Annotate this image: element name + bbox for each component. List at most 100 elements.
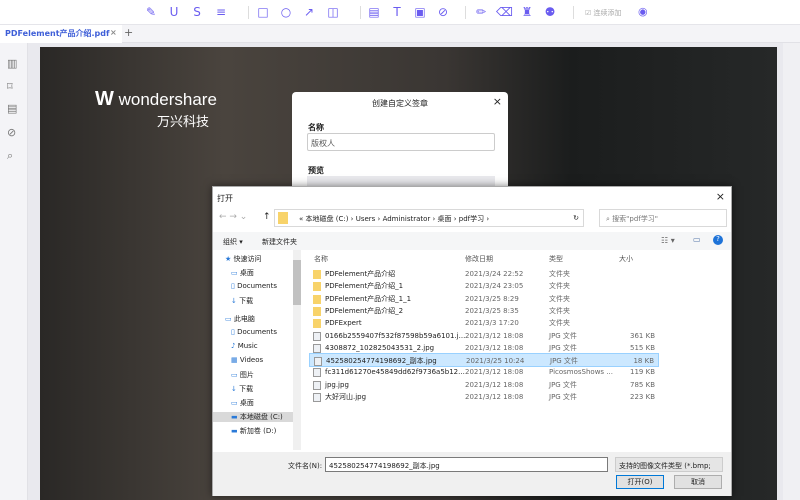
- file-icon: [313, 380, 321, 390]
- path-segment[interactable]: Users: [356, 215, 376, 223]
- dialog-title: 创建自定义签章: [372, 99, 428, 108]
- column-date[interactable]: 修改日期: [465, 254, 493, 264]
- arrow-icon[interactable]: ↗: [301, 5, 317, 19]
- thumbnails-icon[interactable]: ▥: [7, 57, 17, 70]
- nav-item[interactable]: ▭ 桌面: [231, 398, 254, 408]
- stamp-icon[interactable]: ♜: [519, 5, 535, 19]
- nav-item[interactable]: ▭ 图片: [231, 370, 254, 380]
- organize-button[interactable]: 组织 ▾: [223, 237, 243, 247]
- eye-icon[interactable]: ◉: [638, 5, 648, 18]
- column-size[interactable]: 大小: [619, 254, 633, 264]
- nav-icon: ★: [225, 255, 232, 263]
- refresh-icon[interactable]: ↻: [573, 214, 579, 222]
- nav-icon: ▭: [231, 269, 238, 277]
- custom-stamp-dialog: 创建自定义签章 × 名称 版权人 预览: [292, 92, 508, 192]
- nav-item[interactable]: ↓ 下载: [231, 384, 253, 394]
- name-input[interactable]: 版权人: [307, 133, 495, 151]
- folder-icon: [313, 306, 321, 316]
- close-tab-icon[interactable]: ×: [110, 28, 117, 37]
- nav-item[interactable]: ▭ 桌面: [231, 268, 254, 278]
- close-icon[interactable]: ×: [493, 95, 502, 108]
- comment-icon[interactable]: ▤: [366, 5, 382, 19]
- search-input[interactable]: ⌕ 搜索"pdf学习": [599, 209, 727, 227]
- rectangle-icon[interactable]: □: [255, 5, 271, 19]
- nav-icon: ♪: [231, 342, 236, 350]
- nav-scrollbar[interactable]: [293, 250, 301, 450]
- eraser-icon[interactable]: ⌫: [496, 5, 513, 19]
- bookmark-icon[interactable]: ⌑: [7, 80, 13, 93]
- nav-icon: ▦: [231, 356, 238, 364]
- search-icon[interactable]: ⌕: [7, 149, 13, 163]
- nav-item[interactable]: ★ 快速访问: [225, 254, 262, 264]
- column-name[interactable]: 名称: [314, 254, 328, 264]
- strikethrough-icon[interactable]: S: [189, 5, 205, 19]
- search-placeholder: 搜索"pdf学习": [612, 215, 658, 223]
- circle-icon[interactable]: ○: [278, 5, 294, 19]
- add-tab-button[interactable]: +: [124, 26, 133, 39]
- highlight-icon[interactable]: ✎: [143, 5, 159, 19]
- back-icon[interactable]: ← → ⌄: [219, 212, 247, 222]
- shape-icon[interactable]: ◫: [325, 5, 341, 19]
- underline-icon[interactable]: U: [166, 5, 182, 19]
- nav-icon: ▬: [231, 427, 238, 435]
- file-type-select[interactable]: 支持的图像文件类型 (*.bmp;: [615, 457, 723, 472]
- signature-icon[interactable]: ⚉: [542, 5, 558, 19]
- nav-icon: ▯: [231, 328, 235, 336]
- nav-label: 新加卷 (D:): [239, 427, 277, 435]
- navigation-pane: ★ 快速访问 ▭ 桌面 ▯ Documents ↓ 下载 ▭ 此电脑 ▯ Document…: [213, 250, 293, 450]
- file-row[interactable]: 大好河山.jpg 2021/3/12 18:08 JPG 文件 223 KB: [309, 390, 659, 404]
- file-icon: [313, 368, 321, 378]
- folder-icon: [313, 319, 321, 329]
- name-label: 名称: [308, 123, 324, 132]
- new-folder-button[interactable]: 新建文件夹: [262, 237, 297, 247]
- help-icon[interactable]: ?: [713, 235, 723, 245]
- comment-icon[interactable]: ▤: [7, 102, 17, 115]
- nav-label: 本地磁盘 (C:): [239, 413, 283, 421]
- continuous-add-label: 连续添加: [593, 9, 622, 17]
- file-name: 大好河山.jpg: [325, 393, 367, 401]
- list-icon[interactable]: ≡: [213, 5, 229, 19]
- preview-pane-icon[interactable]: ▭: [693, 235, 701, 244]
- nav-icon: ▭: [231, 371, 238, 379]
- nav-item[interactable]: ▦ Videos: [231, 356, 263, 364]
- tab-title: PDFelement产品介绍.pdf: [5, 29, 110, 38]
- nav-label: 下载: [239, 385, 254, 393]
- nav-item[interactable]: ▬ 新加卷 (D:): [231, 426, 276, 436]
- attachment-icon[interactable]: ⊘: [7, 126, 16, 139]
- nav-label: 图片: [239, 371, 254, 379]
- continuous-add-checkbox[interactable]: ☑ 连续添加: [585, 8, 622, 18]
- nav-item[interactable]: ↓ 下载: [231, 296, 253, 306]
- nav-item[interactable]: ▬ 本地磁盘 (C:): [213, 412, 293, 422]
- cancel-button[interactable]: 取消: [674, 475, 722, 489]
- vertical-scrollbar[interactable]: [783, 43, 800, 500]
- filename-input[interactable]: 452580254774198692_副本.jpg: [325, 457, 608, 472]
- folder-icon: [313, 270, 321, 279]
- nav-icon: ↓: [231, 385, 237, 393]
- nav-item[interactable]: ▯ Documents: [231, 328, 277, 336]
- path-segment[interactable]: 本地磁盘 (C:): [306, 215, 349, 223]
- up-icon[interactable]: ↑: [263, 212, 271, 222]
- pencil-icon[interactable]: ✏: [473, 5, 489, 19]
- nav-item[interactable]: ▯ Documents: [231, 282, 277, 290]
- file-icon: [313, 393, 321, 402]
- nav-item[interactable]: ▭ 此电脑: [225, 314, 255, 324]
- close-icon[interactable]: ×: [716, 190, 725, 203]
- nav-label: 桌面: [239, 399, 254, 407]
- open-file-dialog: 打开 × ← → ⌄ ↑ « 本地磁盘 (C:) › Users › Admin…: [212, 186, 732, 496]
- path-segment[interactable]: pdf学习: [459, 215, 484, 223]
- path-segment[interactable]: 桌面: [438, 215, 452, 223]
- nav-icon: ▭: [225, 315, 232, 323]
- text-icon[interactable]: T: [389, 5, 405, 19]
- folder-icon: [313, 294, 321, 304]
- column-type[interactable]: 类型: [549, 254, 563, 264]
- tab-document[interactable]: PDFelement产品介绍.pdf ×: [0, 25, 122, 43]
- textbox-icon[interactable]: ▣: [412, 5, 428, 19]
- address-bar[interactable]: « 本地磁盘 (C:) › Users › Administrator › 桌面…: [274, 209, 584, 227]
- path-segment[interactable]: Administrator: [383, 215, 431, 223]
- nav-item[interactable]: ♪ Music: [231, 342, 258, 350]
- view-options-icon[interactable]: ☷ ▾: [661, 236, 675, 245]
- attachment-icon[interactable]: ⊘: [435, 5, 451, 19]
- filename-label: 文件名(N):: [288, 462, 323, 470]
- file-date: 2021/3/12 18:08: [465, 393, 524, 401]
- open-button[interactable]: 打开(O): [616, 475, 664, 489]
